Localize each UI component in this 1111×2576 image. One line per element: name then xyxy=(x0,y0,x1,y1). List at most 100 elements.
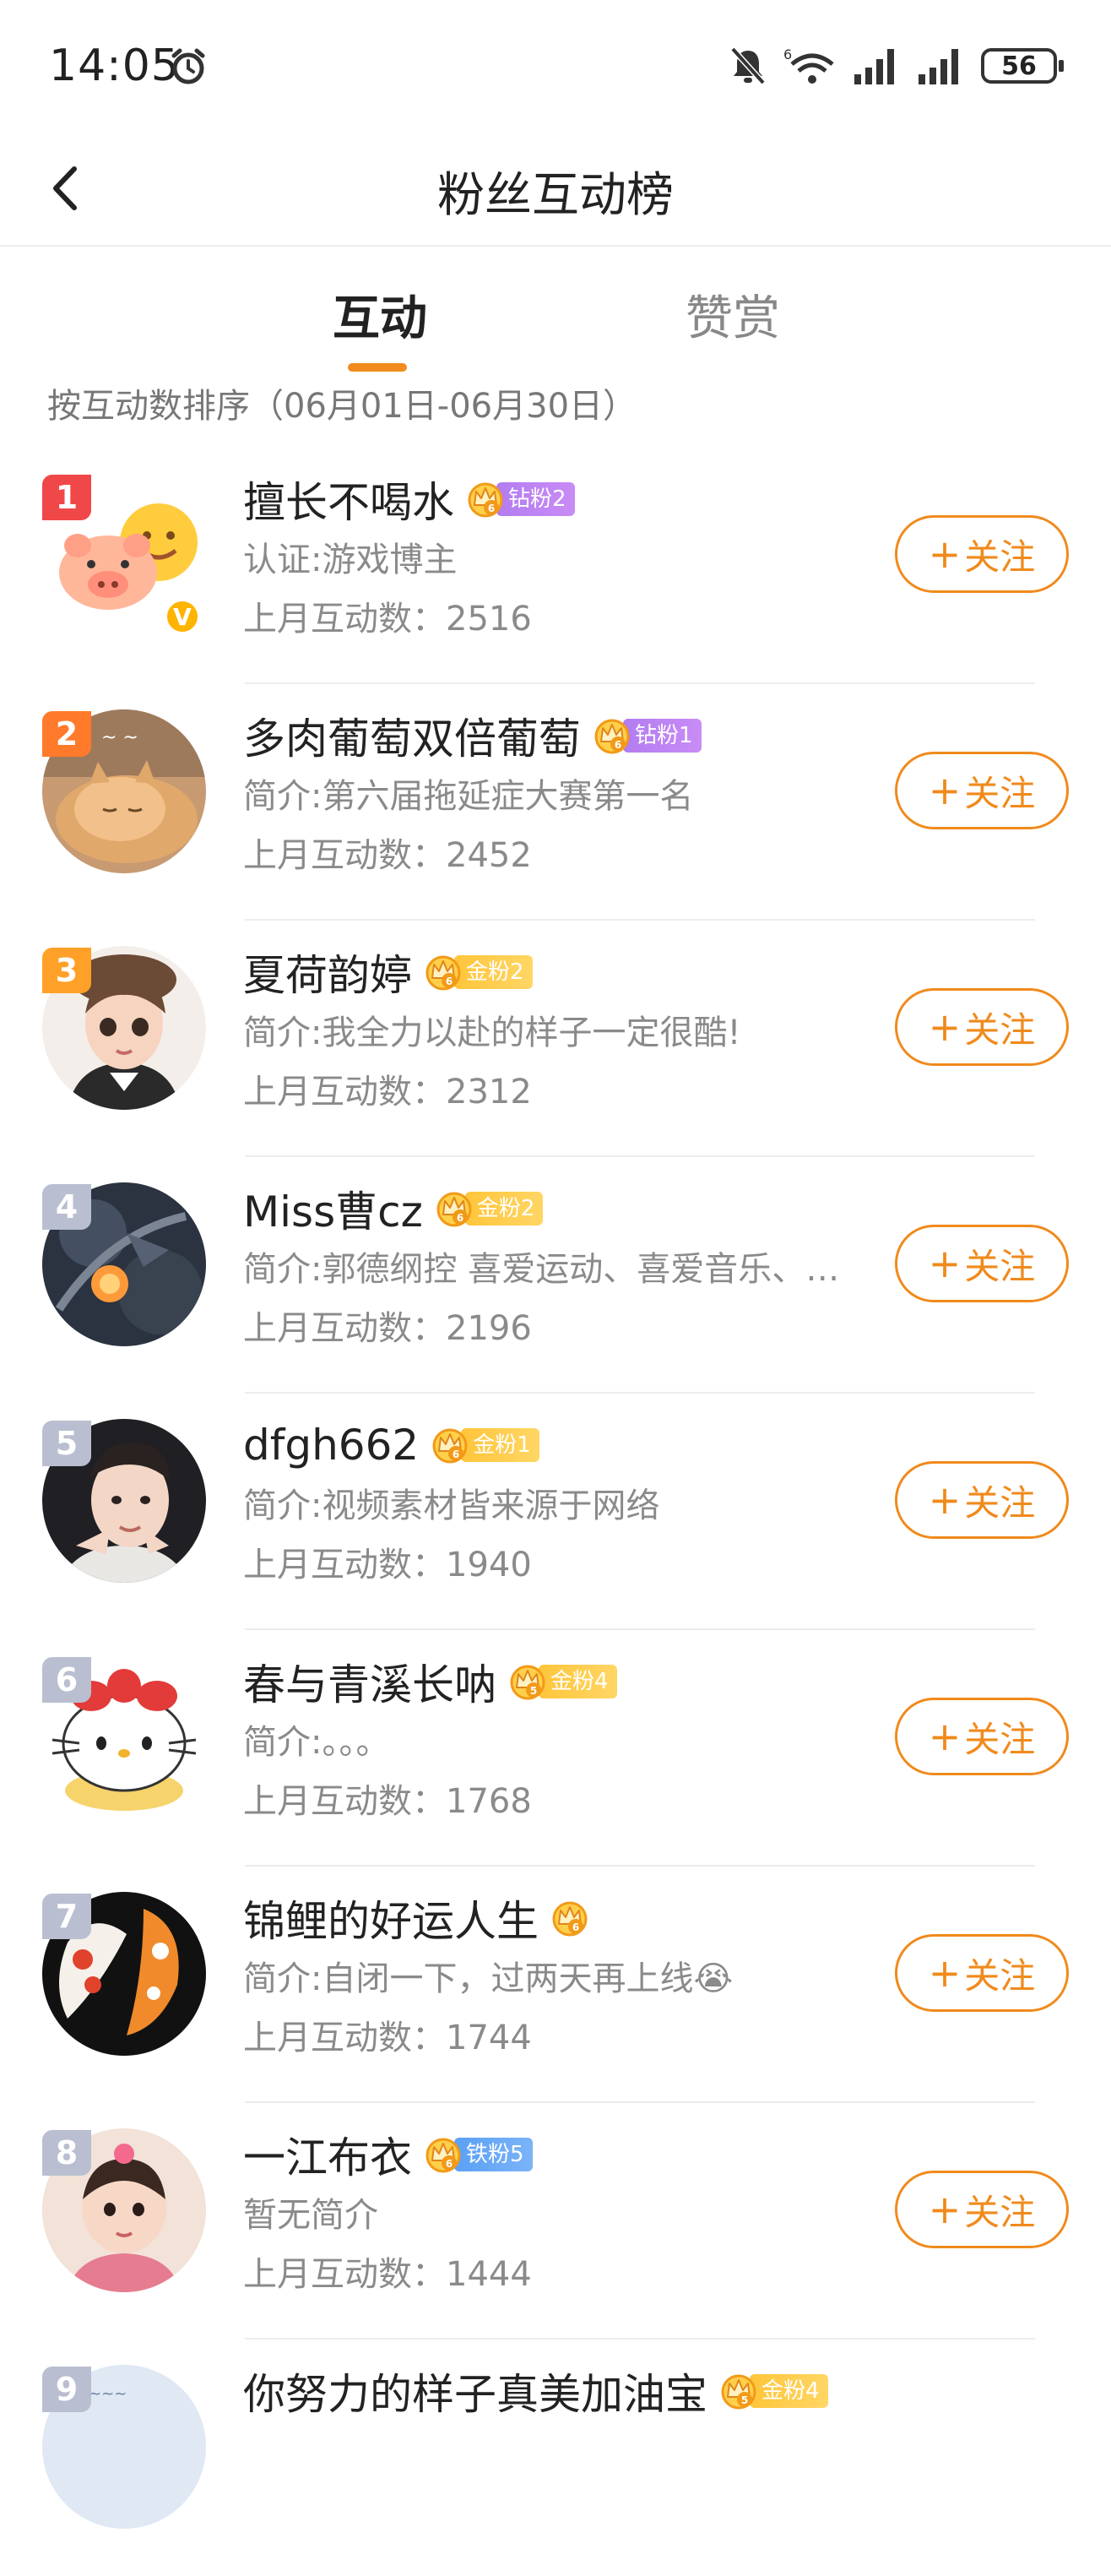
fan-row[interactable]: 5 dfgh662 6 金粉1 简介:视频素材皆来源于网络 上月互动数：1940 + 关注 xyxy=(0,1394,1111,1630)
rank-badge: 8 xyxy=(42,2130,91,2176)
name-line: 多肉葡萄双倍葡萄 6 钻粉1 xyxy=(243,706,702,765)
fan-row[interactable]: 1 V 擅长不喝水 6 钻粉2 认证:游戏博主 上月互动数：2516 + 关注 xyxy=(0,448,1111,684)
interaction-count: 上月互动数：1768 xyxy=(243,1782,532,1821)
follow-label: 关注 xyxy=(964,1954,1036,1997)
fan-row[interactable]: ~~~~ 9 你努力的样子真美加油宝 5 金粉4 xyxy=(0,2340,1111,2576)
follow-label: 关注 xyxy=(964,2191,1036,2233)
tab-interaction[interactable]: 互动 xyxy=(333,280,427,349)
rank-badge: 4 xyxy=(42,1184,91,1230)
fan-row[interactable]: 6 春与青溪长呐 5 金粉4 简介:。。。上月互动数：1768 + 关注 xyxy=(0,1630,1111,1867)
follow-button[interactable]: + 关注 xyxy=(895,1934,1069,2012)
fan-badge-label: 铁粉5 xyxy=(454,2138,533,2171)
fan-badge: 6 钻粉2 xyxy=(466,482,575,518)
fan-badge-label: 金粉2 xyxy=(464,1192,544,1226)
fan-badge: 6 金粉2 xyxy=(435,1192,544,1227)
user-name[interactable]: 春与青溪长呐 xyxy=(243,1651,496,1712)
interaction-count: 上月互动数：2516 xyxy=(243,600,532,639)
fan-badge-label: 金粉2 xyxy=(454,955,533,989)
fan-badge: 6 xyxy=(550,1901,589,1937)
page-title: 粉丝互动榜 xyxy=(437,168,674,223)
follow-label: 关注 xyxy=(964,1245,1036,1287)
fan-badge: 6 金粉1 xyxy=(431,1428,539,1464)
follow-button[interactable]: + 关注 xyxy=(895,1225,1069,1302)
user-name[interactable]: Miss曹cz xyxy=(243,1178,423,1239)
user-name[interactable]: 擅长不喝水 xyxy=(243,469,454,530)
user-name[interactable]: 多肉葡萄双倍葡萄 xyxy=(243,705,581,766)
crown-icon: 6 xyxy=(468,482,503,518)
user-bio: 简介:视频素材皆来源于网络 xyxy=(243,1486,660,1525)
fan-badge-label: 金粉4 xyxy=(539,1665,617,1698)
interaction-count: 上月互动数：1744 xyxy=(243,2019,532,2057)
user-bio: 认证:游戏博主 xyxy=(243,541,458,579)
follow-button[interactable]: + 关注 xyxy=(895,1698,1069,1775)
fan-badge: 6 钻粉1 xyxy=(593,719,702,754)
name-line: 擅长不喝水 6 钻粉2 xyxy=(243,470,575,529)
follow-button[interactable]: + 关注 xyxy=(895,2171,1069,2248)
follow-label: 关注 xyxy=(964,1008,1036,1051)
user-bio: 简介:第六届拖延症大赛第一名 xyxy=(243,777,694,816)
crown-icon: 6 xyxy=(594,719,630,754)
rank-badge: 1 xyxy=(42,475,91,520)
user-name[interactable]: dfgh662 xyxy=(243,1421,419,1470)
user-name[interactable]: 你努力的样子真美加油宝 xyxy=(243,2361,707,2421)
name-line: 一江布衣 6 铁粉5 xyxy=(243,2125,533,2184)
user-name[interactable]: 锦鲤的好运人生 xyxy=(243,1888,539,1948)
crown-icon: 6 xyxy=(552,1901,588,1937)
follow-button[interactable]: + 关注 xyxy=(895,752,1069,829)
plus-icon: + xyxy=(928,1714,962,1759)
plus-icon: + xyxy=(928,768,962,813)
fan-row[interactable]: 8 一江布衣 6 铁粉5 暂无简介 上月互动数：1444 + 关注 xyxy=(0,2103,1111,2340)
follow-button[interactable]: + 关注 xyxy=(895,515,1069,593)
crown-icon: 6 xyxy=(432,1428,468,1464)
status-bar: 14:05 6 56 xyxy=(0,0,1111,135)
interaction-count: 上月互动数：1444 xyxy=(243,2255,532,2294)
rank-badge: 3 xyxy=(42,948,91,993)
svg-text:6: 6 xyxy=(446,2158,453,2170)
fan-badge-label: 金粉1 xyxy=(461,1428,539,1462)
user-name[interactable]: 一江布衣 xyxy=(243,2124,412,2185)
status-icons: 6 56 xyxy=(729,44,1064,88)
fan-row[interactable]: 7 锦鲤的好运人生 6 简介:自闭一下，过两天再上线😭 上月互动数：1744 + 关注 xyxy=(0,1867,1111,2103)
alarm-clock-icon xyxy=(171,48,205,84)
svg-text:6: 6 xyxy=(572,1921,579,1933)
tab-reward[interactable]: 赞赏 xyxy=(686,280,780,349)
follow-label: 关注 xyxy=(964,1481,1036,1524)
bell-off-icon xyxy=(730,46,766,85)
fan-badge: 6 金粉2 xyxy=(424,955,533,991)
fan-badge: 5 金粉4 xyxy=(508,1665,617,1700)
rank-badge: 2 xyxy=(42,711,91,757)
svg-text:5: 5 xyxy=(741,2394,748,2406)
follow-button[interactable]: + 关注 xyxy=(895,988,1069,1066)
sort-hint: 按互动数排序（06月01日-06月30日） xyxy=(47,387,637,426)
svg-text:6: 6 xyxy=(453,1448,459,1460)
rank-badge: 6 xyxy=(42,1657,91,1703)
user-bio: 简介:。。。 xyxy=(243,1723,390,1762)
plus-icon: + xyxy=(928,1004,962,1050)
crown-icon: 6 xyxy=(436,1192,472,1227)
svg-text:6: 6 xyxy=(783,46,792,62)
name-line: 春与青溪长呐 5 金粉4 xyxy=(243,1652,617,1711)
fan-row[interactable]: 4 Miss曹cz 6 金粉2 简介:郭德纲控 喜爱运动、喜爱音乐、… 上月互动数：219… xyxy=(0,1157,1111,1394)
name-line: 夏荷韵婷 6 金粉2 xyxy=(243,943,533,1002)
fan-list: 1 V 擅长不喝水 6 钻粉2 认证:游戏博主 上月互动数：2516 + 关注 ~ ~2 多肉葡萄双… xyxy=(0,448,1111,2576)
crown-icon: 6 xyxy=(425,2138,461,2173)
rank-badge: 7 xyxy=(42,1894,91,1939)
svg-text:6: 6 xyxy=(457,1212,463,1224)
app-header: 粉丝互动榜 xyxy=(0,135,1111,247)
plus-icon: + xyxy=(928,531,962,577)
fan-row[interactable]: 3 夏荷韵婷 6 金粉2 简介:我全力以赴的样子一定很酷! 上月互动数：2312 + 关注 xyxy=(0,921,1111,1157)
fan-badge: 5 金粉4 xyxy=(719,2374,828,2410)
name-line: 锦鲤的好运人生 6 xyxy=(243,1889,589,1948)
user-bio: 简介:我全力以赴的样子一定很酷! xyxy=(243,1014,741,1052)
interaction-count: 上月互动数：2196 xyxy=(243,1309,532,1348)
rank-badge: 9 xyxy=(42,2367,91,2412)
svg-text:6: 6 xyxy=(615,739,621,751)
battery-icon: 56 xyxy=(981,48,1064,84)
rank-badge: 5 xyxy=(42,1421,91,1466)
status-time: 14:05 xyxy=(49,41,180,91)
user-name[interactable]: 夏荷韵婷 xyxy=(243,942,412,1003)
interaction-count: 上月互动数：1940 xyxy=(243,1546,532,1584)
plus-icon: + xyxy=(928,1241,962,1286)
fan-row[interactable]: ~ ~ 2 多肉葡萄双倍葡萄 6 钻粉1 简介:第六届拖延症大赛第一名 上月互动数：2452… xyxy=(0,684,1111,921)
follow-button[interactable]: + 关注 xyxy=(895,1461,1069,1539)
